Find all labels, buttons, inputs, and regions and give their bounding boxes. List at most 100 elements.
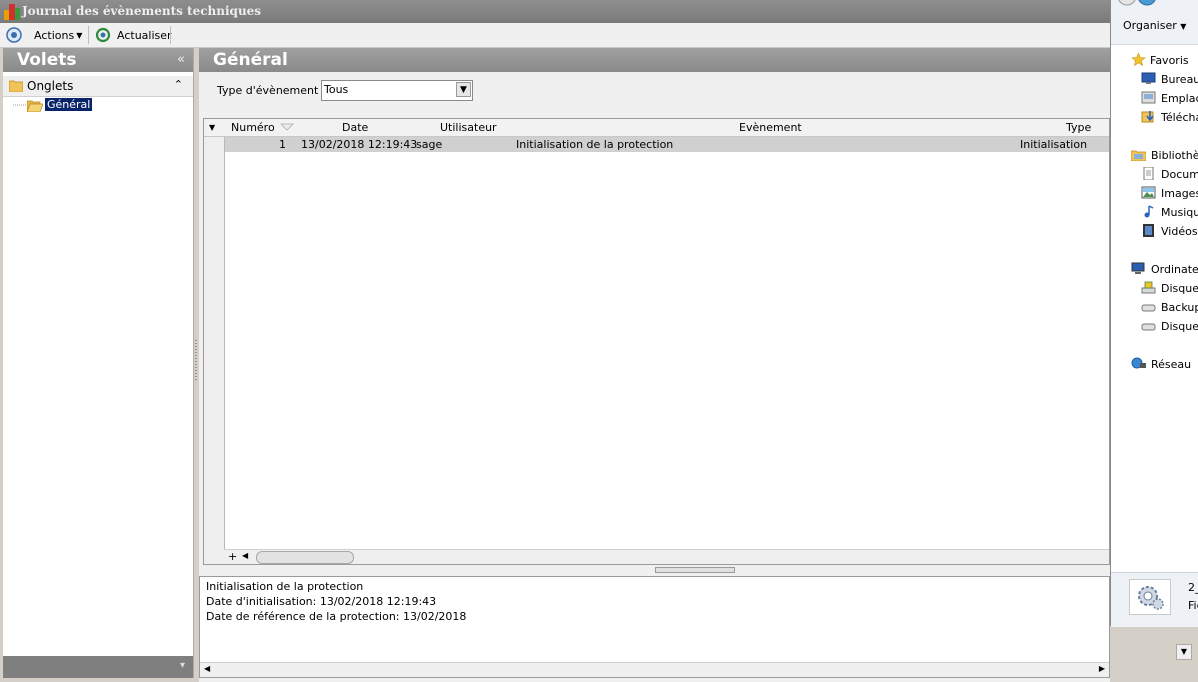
file-type: Fic xyxy=(1188,599,1198,612)
details-pane: 2_ Fic xyxy=(1111,572,1198,627)
add-row-button[interactable]: + xyxy=(228,550,237,563)
title-bar: Journal des évènements techniques xyxy=(0,0,1110,23)
scrollbar-thumb[interactable] xyxy=(256,551,354,564)
nav-label: Ordinateu xyxy=(1151,263,1198,276)
nav-label: Télécha xyxy=(1161,111,1198,124)
open-folder-icon xyxy=(27,100,43,112)
document-icon xyxy=(1141,166,1156,181)
network-icon xyxy=(1131,357,1146,370)
drive-icon xyxy=(1141,319,1156,332)
table-row[interactable]: 1 13/02/2018 12:19:43 sage Initialisatio… xyxy=(225,137,1109,152)
nav-label: Disque l xyxy=(1161,282,1198,295)
actions-button[interactable]: Actions ▼ xyxy=(6,25,82,45)
cell-evenement: Initialisation de la protection xyxy=(516,138,674,151)
column-header-type[interactable]: Type xyxy=(1066,121,1091,134)
nav-label: Backup xyxy=(1161,301,1198,314)
toolbar: Actions ▼ Actualiser xyxy=(0,23,1110,48)
detail-line: Date de référence de la protection: 13/0… xyxy=(206,610,467,623)
left-pane-footer: ▾ xyxy=(3,656,193,678)
column-header-date[interactable]: Date xyxy=(342,121,368,134)
left-pane-title: Volets xyxy=(17,50,77,70)
row-header-column xyxy=(204,119,225,564)
left-pane-header: Volets « xyxy=(3,48,193,72)
nav-label: Musique xyxy=(1161,206,1198,219)
detail-line: Initialisation de la protection xyxy=(206,580,364,593)
refresh-icon xyxy=(95,27,111,43)
filter-bar: Type d'évènement : Tous ▼ xyxy=(199,74,1110,106)
refresh-button[interactable]: Actualiser xyxy=(95,25,172,45)
explorer-window: Organiser ▼ Favoris Bureau Emplace Téléc… xyxy=(1110,0,1198,627)
tree-connector xyxy=(13,104,27,106)
nav-label: Favoris xyxy=(1150,54,1189,67)
scroll-left-icon[interactable]: ◀ xyxy=(204,664,210,673)
main-pane-header: Général xyxy=(199,48,1110,72)
computer-icon xyxy=(1131,262,1146,275)
tree-item-label: Général xyxy=(45,98,93,111)
refresh-label: Actualiser xyxy=(117,28,172,42)
event-type-select[interactable]: Tous ▼ xyxy=(321,80,473,101)
toolbar-separator xyxy=(170,26,171,44)
drive-icon xyxy=(1141,281,1156,294)
star-icon xyxy=(1131,52,1146,67)
scroll-right-icon[interactable]: ▶ xyxy=(1099,664,1105,673)
column-header-utilisateur[interactable]: Utilisateur xyxy=(440,121,497,134)
column-header-evenement[interactable]: Evènement xyxy=(739,121,802,134)
splitter-grip[interactable] xyxy=(655,567,735,573)
nav-label: Emplace xyxy=(1161,92,1198,105)
event-type-label: Type d'évènement : xyxy=(217,84,326,97)
left-pane: Volets « Onglets ⌃ Général ▾ xyxy=(3,48,194,678)
nav-label: Images xyxy=(1161,187,1198,200)
folder-icon xyxy=(9,80,23,92)
chevron-down-icon: ▼ xyxy=(76,30,83,40)
grid-horizontal-scrollbar[interactable]: + ◀ xyxy=(224,549,1109,564)
chevron-down-icon[interactable]: ▼ xyxy=(456,82,471,97)
organize-label: Organiser xyxy=(1123,19,1177,32)
file-name: 2_ xyxy=(1188,581,1198,594)
scroll-down-icon[interactable]: ▼ xyxy=(1176,644,1192,660)
main-pane-title: Général xyxy=(213,50,288,70)
nav-label: Docume xyxy=(1161,168,1198,181)
music-icon xyxy=(1141,205,1156,218)
vertical-splitter[interactable] xyxy=(194,340,198,380)
cell-date: 13/02/2018 12:19:43 xyxy=(301,138,418,151)
actions-icon xyxy=(6,27,22,43)
nav-label: Bibliothèq xyxy=(1151,149,1198,162)
horizontal-splitter[interactable] xyxy=(199,566,1110,574)
nav-label: Bureau xyxy=(1161,73,1198,86)
actions-label: Actions xyxy=(34,28,75,42)
sort-descending-icon xyxy=(280,123,294,131)
drive-icon xyxy=(1141,300,1156,313)
detail-line: Date d'initialisation: 13/02/2018 12:19:… xyxy=(206,595,437,608)
details-horizontal-scrollbar[interactable]: ◀ ▶ xyxy=(200,662,1109,677)
nav-label: Vidéos xyxy=(1161,225,1198,238)
nav-label: Réseau xyxy=(1151,358,1192,371)
nav-buttons-icon[interactable] xyxy=(1117,0,1157,8)
section-onglets[interactable]: Onglets ⌃ xyxy=(3,76,193,97)
nav-label: Disque l xyxy=(1161,320,1198,333)
details-panel: Initialisation de la protection Date d'i… xyxy=(199,576,1110,678)
desktop-icon xyxy=(1141,72,1156,85)
section-toggle-icon[interactable]: ⌃ xyxy=(174,78,183,91)
scroll-left-icon[interactable]: ◀ xyxy=(242,551,248,560)
settings-file-icon xyxy=(1138,586,1164,610)
event-type-value: Tous xyxy=(324,83,349,96)
main-pane: Général Type d'évènement : Tous ▼ ▼ Numé… xyxy=(199,48,1110,682)
cell-type: Initialisation xyxy=(1020,138,1088,151)
images-icon xyxy=(1141,186,1156,199)
events-grid: ▼ Numéro Date Utilisateur Evènement Type… xyxy=(203,118,1110,565)
grid-header-row: ▼ Numéro Date Utilisateur Evènement Type xyxy=(204,119,1109,137)
column-header-numero[interactable]: Numéro xyxy=(231,121,275,134)
column-chooser-icon[interactable]: ▼ xyxy=(209,123,215,132)
places-icon xyxy=(1141,91,1156,104)
explorer-toolbar: Organiser ▼ xyxy=(1111,0,1198,45)
chevron-down-icon[interactable]: ▾ xyxy=(180,660,185,671)
cell-utilisateur: sage xyxy=(416,138,443,151)
collapse-pane-button[interactable]: « xyxy=(177,52,185,67)
organize-button[interactable]: Organiser ▼ xyxy=(1123,19,1186,32)
file-thumbnail xyxy=(1129,579,1171,615)
downloads-icon xyxy=(1141,110,1156,123)
app-icon xyxy=(4,4,20,20)
window-title: Journal des évènements techniques xyxy=(22,4,262,18)
section-label: Onglets xyxy=(27,79,74,93)
toolbar-separator xyxy=(88,26,89,44)
